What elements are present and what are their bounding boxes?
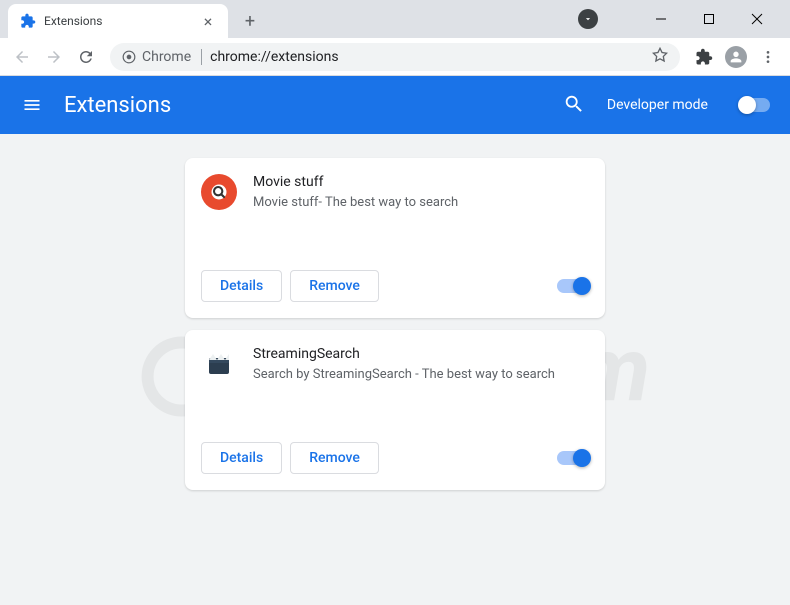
tab-title: Extensions	[44, 14, 192, 28]
menu-icon[interactable]	[754, 43, 782, 71]
extension-description: Search by StreamingSearch - The best way…	[253, 366, 589, 384]
profile-avatar[interactable]	[722, 43, 750, 71]
extension-icon	[201, 174, 237, 210]
window-titlebar: Extensions × +	[0, 0, 790, 38]
extension-card: Movie stuff Movie stuff- The best way to…	[185, 158, 605, 318]
maximize-button[interactable]	[694, 4, 724, 34]
close-window-button[interactable]	[742, 4, 772, 34]
extension-description: Movie stuff- The best way to search	[253, 194, 589, 212]
extensions-header: Extensions Developer mode	[0, 76, 790, 134]
extensions-icon[interactable]	[690, 43, 718, 71]
star-icon[interactable]	[652, 47, 668, 67]
details-button[interactable]: Details	[201, 442, 282, 474]
search-icon[interactable]	[563, 93, 587, 117]
extension-name: StreamingSearch	[253, 346, 589, 362]
extension-icon	[201, 346, 237, 382]
browser-tab[interactable]: Extensions ×	[8, 4, 228, 38]
minimize-button[interactable]	[646, 4, 676, 34]
details-button[interactable]: Details	[201, 270, 282, 302]
omnibox-source-label: Chrome	[122, 49, 202, 65]
page-title: Extensions	[64, 93, 543, 118]
extension-name: Movie stuff	[253, 174, 589, 190]
browser-toolbar: Chrome chrome://extensions	[0, 38, 790, 76]
hamburger-menu-icon[interactable]	[20, 93, 44, 117]
window-controls	[578, 0, 790, 38]
remove-button[interactable]: Remove	[290, 442, 379, 474]
back-button[interactable]	[8, 43, 36, 71]
address-bar[interactable]: Chrome chrome://extensions	[110, 43, 680, 71]
puzzle-piece-icon	[20, 13, 36, 29]
omnibox-url: chrome://extensions	[210, 49, 644, 65]
remove-button[interactable]: Remove	[290, 270, 379, 302]
reload-button[interactable]	[72, 43, 100, 71]
new-tab-button[interactable]: +	[236, 7, 264, 35]
omnibox-prefix: Chrome	[142, 49, 191, 65]
shield-icon[interactable]	[578, 9, 598, 29]
content-area: pcrisk.com Movie stuff Movie stuff- The …	[0, 134, 790, 605]
extension-enable-toggle[interactable]	[557, 451, 589, 465]
close-tab-icon[interactable]: ×	[200, 13, 216, 29]
developer-mode-label: Developer mode	[607, 97, 708, 113]
extension-enable-toggle[interactable]	[557, 279, 589, 293]
forward-button[interactable]	[40, 43, 68, 71]
developer-mode-toggle[interactable]	[740, 98, 770, 112]
extension-card: StreamingSearch Search by StreamingSearc…	[185, 330, 605, 490]
